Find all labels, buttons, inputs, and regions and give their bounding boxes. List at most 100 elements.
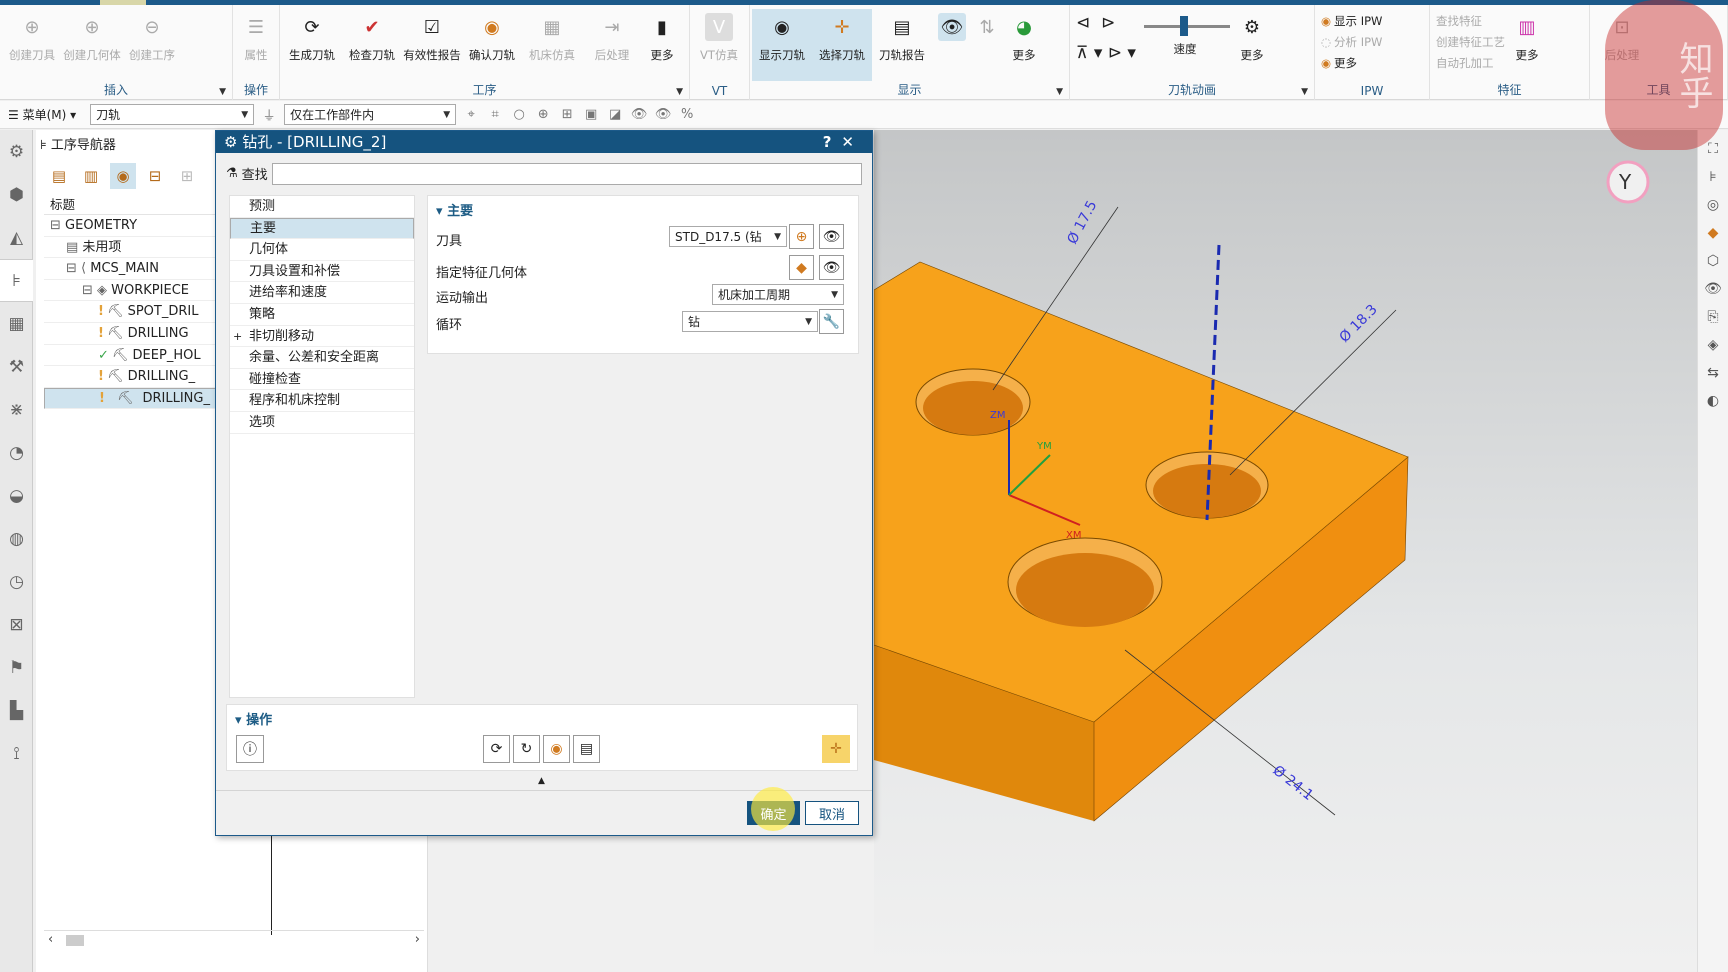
- speed-slider-thumb[interactable]: [1179, 16, 1188, 36]
- scroll-left-icon[interactable]: ‹: [48, 932, 53, 947]
- snap-icon[interactable]: ⊞: [558, 106, 576, 124]
- shade-icon[interactable]: ◆: [1701, 222, 1725, 244]
- dialog-page-item[interactable]: 碰撞检查: [230, 369, 414, 391]
- navigator-row[interactable]: ⊟ ⟨ MCS_MAIN: [44, 258, 216, 280]
- display-tool-button[interactable]: 👁: [932, 9, 972, 81]
- navigator-row[interactable]: ! ⛏ DRILLING: [44, 323, 216, 345]
- eye-icon[interactable]: 👁: [630, 106, 648, 124]
- snap-icon[interactable]: ⌖: [462, 106, 480, 124]
- dialog-page-item[interactable]: 主要: [230, 217, 414, 240]
- create-feature-process-button[interactable]: 创建特征工艺: [1436, 34, 1505, 50]
- dialog-page-item[interactable]: + 非切削移动: [230, 326, 414, 348]
- orientation-icon[interactable]: Y: [1606, 160, 1650, 204]
- validity-report-button[interactable]: ☑ 有效性报告: [402, 9, 462, 81]
- graphics-viewport[interactable]: Ø 17.5 Ø 18.3 Ø 24.1 ZM YM XM X Y: [874, 130, 1697, 972]
- confirm-toolpath-button[interactable]: ◉ 确认刀轨: [462, 9, 522, 81]
- navigator-row[interactable]: ⊟ ◈ WORKPIECE: [44, 280, 216, 302]
- roles-icon[interactable]: ⊠: [0, 603, 33, 646]
- generate-button[interactable]: ⟳: [483, 735, 510, 763]
- expand-icon[interactable]: +: [233, 326, 242, 348]
- auto-hole-button[interactable]: 自动孔加工: [1436, 55, 1505, 71]
- cycle-select[interactable]: 钻 ▼: [682, 311, 818, 332]
- scroll-right-icon[interactable]: ›: [415, 932, 420, 947]
- generate-toolpath-button[interactable]: ⟳ 生成刀轨: [282, 9, 342, 81]
- show-toolpath-button[interactable]: ◉ 显示刀轨: [752, 9, 812, 81]
- render-icon[interactable]: ◐: [1701, 390, 1725, 412]
- dialog-page-item[interactable]: 进给率和速度: [230, 282, 414, 304]
- library-icon[interactable]: ⚑: [0, 646, 33, 689]
- group-dropdown-icon[interactable]: ▼: [219, 87, 226, 97]
- eye-icon[interactable]: 👁: [1701, 278, 1725, 300]
- fixture-icon[interactable]: ◒: [0, 474, 33, 517]
- dialog-page-item[interactable]: 刀具设置和补偿: [230, 261, 414, 283]
- properties-button[interactable]: ☰ 属性: [235, 9, 277, 81]
- visual-icon[interactable]: ⟟: [0, 732, 33, 775]
- skip-button[interactable]: ⊼ ▾ ⊳ ▾: [1076, 43, 1136, 63]
- transform-icon[interactable]: ⇆: [1701, 362, 1725, 384]
- vt-sim-button[interactable]: V VT仿真: [692, 9, 746, 81]
- machine-view-icon[interactable]: ▥: [78, 163, 104, 189]
- verify-button[interactable]: ◉: [543, 735, 570, 763]
- dialog-page-item[interactable]: 预测: [230, 196, 414, 218]
- snap-icon[interactable]: ○: [510, 106, 528, 124]
- horizontal-scrollbar[interactable]: ‹ ›: [44, 930, 424, 948]
- eye-icon[interactable]: 👁: [654, 106, 672, 124]
- select-toolpath-button[interactable]: ✛: [822, 735, 850, 763]
- display-feature-button[interactable]: 👁: [819, 255, 844, 280]
- more-animation-button[interactable]: ⚙ 更多: [1230, 9, 1274, 81]
- hide-icon[interactable]: ◎: [1701, 194, 1725, 216]
- create-operation-button[interactable]: ⊖ 创建工序: [122, 9, 182, 81]
- cube-icon[interactable]: ▣: [582, 106, 600, 124]
- analyze-ipw-button[interactable]: ◌ 分析 IPW: [1321, 34, 1382, 50]
- search-input[interactable]: [271, 162, 862, 185]
- machine-sim-button[interactable]: ▦ 机床仿真: [522, 9, 582, 81]
- menu-button[interactable]: ☰ 菜单(M) ▾: [8, 106, 76, 123]
- layer-icon[interactable]: ⊧: [1701, 166, 1725, 188]
- more-feature-button[interactable]: ▥ 更多: [1509, 9, 1545, 81]
- settings-icon[interactable]: ⚙: [0, 130, 33, 173]
- navigator-row[interactable]: ⊟ GEOMETRY: [44, 215, 216, 237]
- actions-section-header[interactable]: ▾ 操作: [235, 709, 272, 728]
- group-dropdown-icon[interactable]: ▼: [1301, 87, 1308, 97]
- program-view-icon[interactable]: ▤: [46, 163, 72, 189]
- list-button[interactable]: ▤: [573, 735, 600, 763]
- network-icon[interactable]: ⋇: [0, 388, 33, 431]
- scope-filter-select[interactable]: 仅在工作部件内 ▼: [284, 104, 457, 125]
- snap-icon[interactable]: ⊕: [534, 106, 552, 124]
- assembly-icon[interactable]: ◭: [0, 216, 33, 259]
- toolpath-report-button[interactable]: ▤ 刀轨报告: [872, 9, 932, 81]
- edit-cycle-button[interactable]: 🔧: [819, 309, 844, 334]
- analysis-icon[interactable]: ▙: [0, 689, 33, 732]
- dialog-page-item[interactable]: 余量、公差和安全距离: [230, 347, 414, 369]
- navigator-row[interactable]: ▤ 未用项: [44, 237, 216, 259]
- geometry-view-icon[interactable]: ◉: [110, 163, 136, 189]
- find-feature-button[interactable]: 查找特征: [1436, 13, 1505, 29]
- cancel-button[interactable]: 取消: [805, 801, 859, 825]
- hide-icon[interactable]: %: [678, 106, 696, 124]
- web-icon[interactable]: ◍: [0, 517, 33, 560]
- copy-icon[interactable]: ⎘: [1701, 306, 1725, 328]
- dialog-page-item[interactable]: 策略: [230, 304, 414, 326]
- machine-icon[interactable]: ⚒: [0, 345, 33, 388]
- motion-output-select[interactable]: 机床加工周期 ▼: [712, 284, 844, 305]
- part-icon[interactable]: ⬢: [0, 173, 33, 216]
- group-dropdown-icon[interactable]: ▼: [1056, 87, 1063, 97]
- snap-icon[interactable]: ⌗: [486, 106, 504, 124]
- dialog-title-bar[interactable]: ⚙ 钻孔 - [DRILLING_2] ?✕: [216, 131, 872, 153]
- ok-button[interactable]: 确定: [747, 787, 800, 831]
- type-filter-select[interactable]: 刀轨 ▼: [90, 104, 255, 125]
- info-button[interactable]: ⓘ: [236, 735, 264, 763]
- history-icon[interactable]: ◷: [0, 560, 33, 603]
- scrollbar-thumb[interactable]: [66, 935, 84, 946]
- create-geometry-button[interactable]: ⊕ 创建几何体: [62, 9, 122, 81]
- collapse-arrow-icon[interactable]: ▲: [538, 776, 545, 786]
- more-operation-button[interactable]: ▮ 更多: [642, 9, 682, 81]
- cube-icon[interactable]: ◪: [606, 106, 624, 124]
- dialog-page-item[interactable]: 选项: [230, 412, 414, 434]
- table-icon[interactable]: ▦: [0, 302, 33, 345]
- dialog-page-item[interactable]: 几何体: [230, 239, 414, 261]
- dialog-page-item[interactable]: 程序和机床控制: [230, 390, 414, 412]
- arrows-button[interactable]: ⇅: [972, 9, 1002, 81]
- new-tool-button[interactable]: ⊕: [789, 224, 814, 249]
- navigator-row[interactable]: ! ⛏ SPOT_DRIL: [44, 301, 216, 323]
